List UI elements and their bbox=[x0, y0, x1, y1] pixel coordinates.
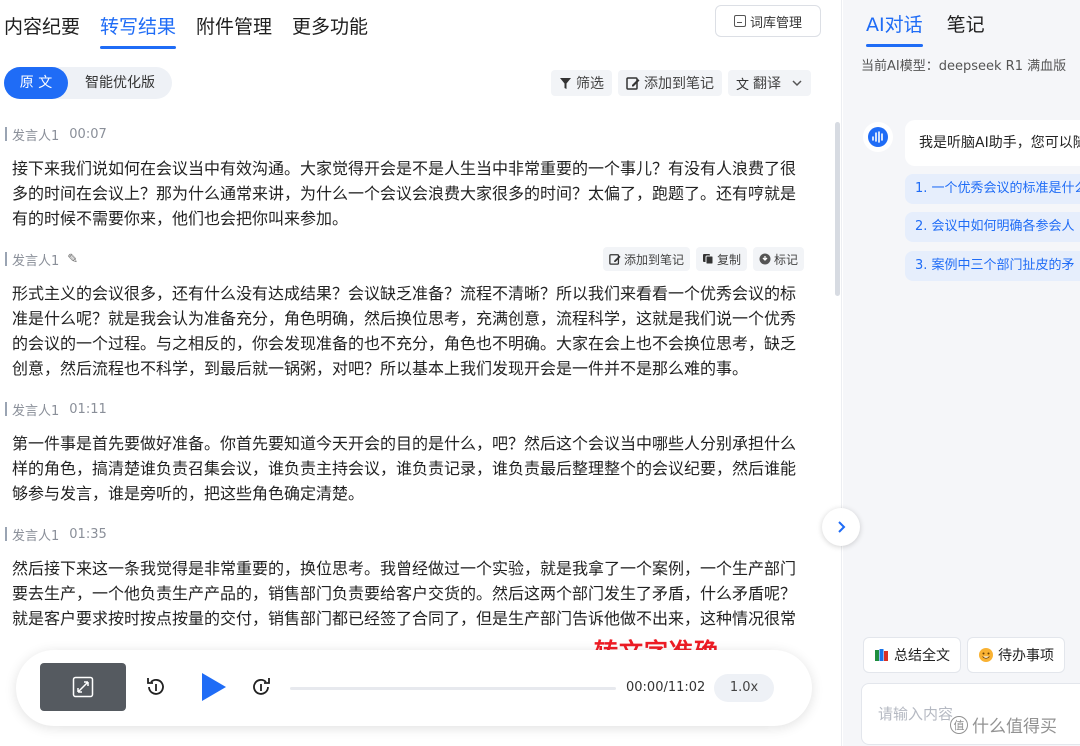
segment-mark-button[interactable]: 标记 bbox=[752, 247, 804, 271]
note-edit-icon bbox=[626, 77, 640, 90]
chevron-right-icon bbox=[838, 521, 846, 533]
speaker-line: 发言人1 01:11 bbox=[5, 393, 804, 425]
filter-icon bbox=[559, 77, 571, 89]
transcript-segment: 发言人1 01:35 然后接下来这一条我觉得是非常重要的，换位思考。我曾经做过一… bbox=[0, 518, 830, 631]
speaker-name[interactable]: 发言人1 bbox=[12, 525, 59, 544]
watermark: 值 什么值得买 bbox=[950, 712, 1057, 737]
segment-time[interactable]: 01:35 bbox=[69, 527, 106, 542]
speaker-name[interactable]: 发言人1 bbox=[12, 125, 59, 144]
segment-text: 接下来我们说如何在会议当中有效沟通。大家觉得开会是不是人生当中非常重要的一个事儿… bbox=[12, 159, 797, 228]
optimized-view-button[interactable]: 智能优化版 bbox=[68, 67, 172, 99]
transcript-segment: 发言人1 01:11 第一件事是首先要做好准备。你首先要知道今天开会的目的是什么… bbox=[0, 393, 830, 506]
right-tabs: AI对话 笔记 bbox=[866, 0, 1009, 50]
main-tabs: 内容纪要 转写结果 附件管理 更多功能 bbox=[4, 0, 388, 54]
speaker-name[interactable]: 发言人1 bbox=[12, 250, 59, 269]
segment-time[interactable]: 00:07 bbox=[69, 127, 106, 142]
transcript-panel: 内容纪要 转写结果 附件管理 更多功能 词库管理 原 文 智能优化版 筛选 添加… bbox=[0, 0, 842, 746]
transcript-list: 发言人1 00:07 接下来我们说如何在会议当中有效沟通。大家觉得开会是不是人生… bbox=[0, 118, 830, 638]
segment-text: 然后接下来这一条我觉得是非常重要的，换位思考。我曾经做过一个实验，就是我拿了一个… bbox=[12, 559, 797, 628]
summarize-button[interactable]: 总结全文 bbox=[863, 637, 961, 673]
original-view-button[interactable]: 原 文 bbox=[4, 67, 68, 99]
chevron-down-icon bbox=[792, 80, 802, 87]
add-to-note-button[interactable]: 添加到笔记 bbox=[617, 70, 722, 96]
smile-icon bbox=[979, 648, 993, 662]
audio-player: 00:00/11:02 1.0x bbox=[16, 650, 812, 726]
watermark-badge-icon: 值 bbox=[950, 715, 968, 734]
translate-icon: 文 bbox=[735, 77, 749, 93]
segment-mark-label: 标记 bbox=[773, 252, 798, 267]
speaker-line: 发言人1 00:07 bbox=[5, 118, 804, 150]
mark-icon bbox=[759, 253, 771, 265]
filter-label: 筛选 bbox=[575, 76, 604, 92]
speaker-name[interactable]: 发言人1 bbox=[12, 400, 59, 419]
rewind-icon bbox=[147, 678, 164, 695]
forward-button[interactable] bbox=[248, 674, 274, 700]
tab-transcript[interactable]: 转写结果 bbox=[100, 0, 177, 54]
tab-attachments[interactable]: 附件管理 bbox=[196, 0, 272, 54]
collapse-panel-button[interactable] bbox=[822, 508, 860, 546]
ai-model-label: 当前AI模型：deepseek R1 满血版 bbox=[861, 59, 1067, 74]
books-icon bbox=[875, 649, 888, 661]
translate-button[interactable]: 文 翻译 bbox=[727, 70, 811, 96]
play-icon bbox=[202, 673, 226, 701]
segment-time[interactable]: 01:11 bbox=[69, 402, 106, 417]
speaker-line: 发言人1 01:35 bbox=[5, 518, 804, 550]
segment-add-note-button[interactable]: 添加到笔记 bbox=[602, 247, 690, 271]
suggestion-item[interactable]: 3. 案例中三个部门扯皮的矛 bbox=[905, 251, 1080, 281]
rewind-button[interactable] bbox=[143, 674, 169, 700]
watermark-text: 什么值得买 bbox=[972, 717, 1057, 737]
book-icon bbox=[733, 15, 746, 27]
progress-bar[interactable] bbox=[290, 687, 616, 690]
assistant-greeting: 我是听脑AI助手，您可以随时 bbox=[905, 120, 1080, 166]
assistant-logo-icon bbox=[868, 127, 888, 147]
filter-button[interactable]: 筛选 bbox=[550, 70, 612, 96]
vocabulary-label: 词库管理 bbox=[749, 15, 802, 31]
speed-button[interactable]: 1.0x bbox=[714, 674, 774, 702]
segment-copy-label: 复制 bbox=[716, 252, 741, 267]
speaker-line: 发言人1 ✎ 添加到笔记 复制 标记 bbox=[5, 243, 804, 275]
tab-summary[interactable]: 内容纪要 bbox=[4, 0, 80, 54]
expand-icon bbox=[72, 676, 94, 698]
vocabulary-button[interactable]: 词库管理 bbox=[715, 5, 821, 37]
forward-icon bbox=[253, 678, 270, 695]
transcript-segment: 发言人1 ✎ 添加到笔记 复制 标记 形式主义的会议很多，还有什么没有达成结果？… bbox=[0, 243, 830, 381]
suggestion-item[interactable]: 2. 会议中如何明确各参会人 bbox=[905, 212, 1080, 242]
translate-label: 翻译 bbox=[753, 76, 781, 92]
segment-add-note-label: 添加到笔记 bbox=[623, 252, 684, 267]
edit-pencil-icon[interactable]: ✎ bbox=[67, 252, 78, 267]
segment-text: 第一件事是首先要做好准备。你首先要知道今天开会的目的是什么，吧？然后这个会议当中… bbox=[12, 434, 797, 503]
segment-copy-button[interactable]: 复制 bbox=[695, 247, 747, 271]
fullscreen-button[interactable] bbox=[40, 663, 126, 711]
suggestion-item[interactable]: 1. 一个优秀会议的标准是什么 bbox=[905, 174, 1080, 204]
playback-time: 00:00/11:02 bbox=[626, 680, 706, 695]
segment-text: 形式主义的会议很多，还有什么没有达成结果？会议缺乏准备？流程不清晰？所以我们来看… bbox=[12, 284, 797, 378]
segment-toolbar: 添加到笔记 复制 标记 bbox=[602, 247, 804, 271]
tab-ai-chat[interactable]: AI对话 bbox=[866, 0, 923, 50]
ai-panel: AI对话 笔记 当前AI模型：deepseek R1 满血版 我是听脑AI助手，… bbox=[843, 0, 1080, 746]
transcript-toolbar: 筛选 添加到笔记 文 翻译 bbox=[550, 70, 811, 96]
tab-more[interactable]: 更多功能 bbox=[292, 0, 368, 54]
note-edit-icon bbox=[609, 254, 621, 265]
play-button[interactable] bbox=[197, 670, 231, 704]
assistant-avatar bbox=[863, 122, 893, 152]
todo-label: 待办事项 bbox=[998, 648, 1054, 664]
summarize-label: 总结全文 bbox=[894, 648, 950, 664]
tab-notes[interactable]: 笔记 bbox=[947, 0, 985, 50]
transcript-segment: 发言人1 00:07 接下来我们说如何在会议当中有效沟通。大家觉得开会是不是人生… bbox=[0, 118, 830, 231]
transcript-scrollbar[interactable] bbox=[835, 122, 840, 296]
view-toggle: 原 文 智能优化版 bbox=[4, 67, 172, 99]
copy-icon bbox=[702, 254, 714, 265]
add-to-note-label: 添加到笔记 bbox=[643, 76, 714, 92]
todo-button[interactable]: 待办事项 bbox=[967, 637, 1065, 673]
